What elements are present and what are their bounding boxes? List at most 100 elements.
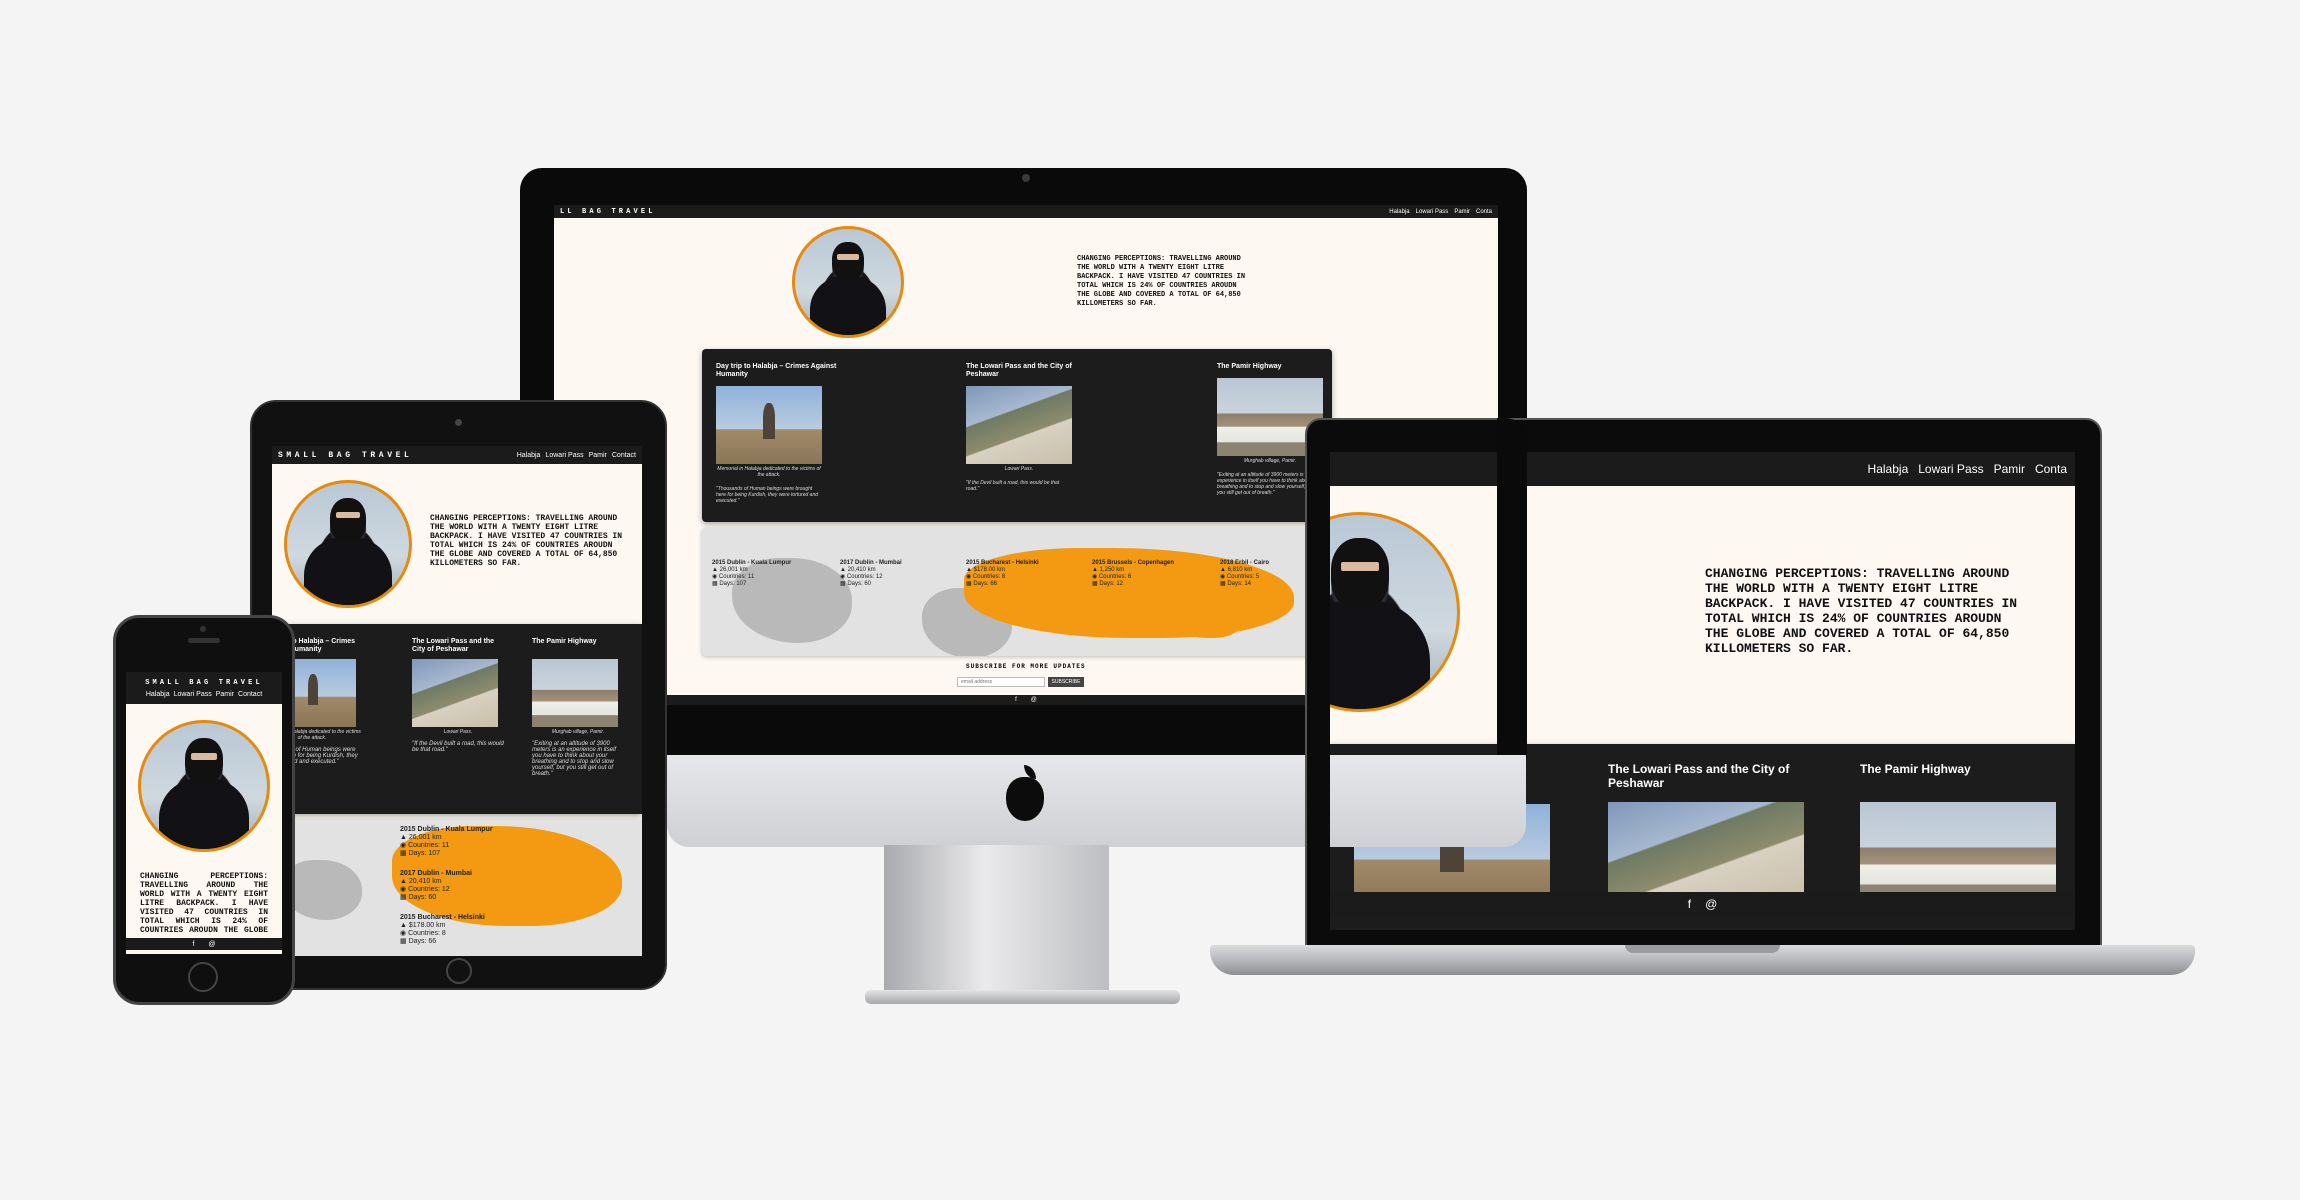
- trip-days-value: Days: 66: [408, 938, 437, 945]
- imac-stand: [884, 845, 1109, 995]
- phone-nav: SMALL BAG TRAVEL Halabja Lowari Pass Pam…: [126, 672, 282, 704]
- trips-map: 2015 Dublin - Kuala Lumpur ▲ 26,001 km ◉…: [702, 528, 1332, 656]
- globe-icon: ◉: [400, 842, 407, 849]
- intro-text: CHANGING PERCEPTIONS: TRAVELLING AROUND …: [140, 872, 268, 934]
- nav-lowari-pass[interactable]: Lowari Pass: [1918, 462, 1983, 476]
- trip-countries-value: Countries: 6: [1098, 574, 1132, 580]
- lowari-pass-photo: [1608, 802, 1804, 902]
- trip-card-pamir[interactable]: The Pamir Highway Murghab village, Pamir…: [532, 638, 624, 777]
- email-icon[interactable]: @: [208, 941, 215, 948]
- trip-days: ▦ Days: 14: [1220, 581, 1269, 588]
- imac-nav: LL BAG TRAVEL Halabja Lowari Pass Pamir …: [554, 205, 1498, 218]
- globe-icon: ◉: [400, 930, 407, 937]
- trip-card-lowari[interactable]: The Lowari Pass and the City of Peshawar…: [412, 638, 504, 753]
- brand-logo[interactable]: LL BAG TRAVEL: [560, 208, 656, 216]
- trip-card-lowari[interactable]: The Lowari Pass and the City of Peshawar: [1608, 762, 1808, 902]
- nav-pamir[interactable]: Pamir: [216, 691, 234, 698]
- trip-days-value: Days: 60: [847, 581, 872, 587]
- distance-icon: ▲: [400, 878, 407, 885]
- nav-pamir[interactable]: Pamir: [1994, 462, 2025, 476]
- card-title: The Lowari Pass and the City of Peshawar: [966, 363, 1072, 378]
- phone-screen: SMALL BAG TRAVEL Halabja Lowari Pass Pam…: [126, 672, 282, 954]
- imac-camera: [1022, 174, 1030, 182]
- tablet-home-button[interactable]: [446, 958, 472, 984]
- subscribe-button[interactable]: SUBSCRIBE: [1048, 677, 1084, 687]
- phone-speaker: [188, 638, 220, 643]
- avatar-body: [809, 275, 887, 335]
- trip-countries-value: Countries: 11: [408, 842, 450, 849]
- trip-km-value: 26,001 km: [408, 834, 442, 841]
- trip-countries: ◉ Countries: 12: [400, 886, 472, 894]
- trip-route: 2015 Bucharest - Helsinki: [400, 914, 485, 921]
- trip-km: ▲ 26,001 km: [712, 567, 791, 574]
- subscribe-title: SUBSCRIBE FOR MORE UPDATES: [966, 663, 1086, 670]
- laptop-screen: Halabja Lowari Pass Pamir Conta CHANGING…: [1330, 452, 2075, 930]
- distance-icon: ▲: [712, 567, 718, 573]
- nav-contact[interactable]: Conta: [1476, 209, 1492, 215]
- facebook-icon[interactable]: f: [192, 941, 194, 948]
- distance-icon: ▲: [966, 567, 972, 573]
- brand-logo[interactable]: SMALL BAG TRAVEL: [145, 679, 263, 687]
- nav-contact[interactable]: Conta: [2035, 462, 2067, 476]
- phone-footer: f @: [126, 938, 282, 950]
- nav-pamir[interactable]: Pamir: [589, 452, 607, 459]
- nav-pamir[interactable]: Pamir: [1454, 209, 1470, 215]
- trip-route: 2015 Bucharest - Helsinki: [966, 560, 1039, 566]
- globe-icon: ◉: [712, 574, 718, 580]
- card-title: Day trip to Halabja – Crimes Against Hum…: [716, 363, 837, 378]
- calendar-icon: ▦: [1092, 581, 1098, 587]
- avatar-eyes: [191, 753, 217, 760]
- phone-nav-links: Halabja Lowari Pass Pamir Contact: [146, 691, 262, 698]
- facebook-icon[interactable]: f: [1688, 897, 1691, 911]
- nav-halabja[interactable]: Halabja: [517, 452, 541, 459]
- trip-countries-value: Countries: 5: [1226, 574, 1260, 580]
- trip-stat-4: 2015 Brussels - Copenhagen ▲ 1,250 km ◉ …: [1092, 560, 1174, 588]
- trip-cards-panel: Day trip to Halabja – Crimes Against Hum…: [702, 349, 1332, 522]
- imac-bezel-overlay: [1497, 418, 1527, 758]
- email-icon[interactable]: @: [1705, 897, 1717, 911]
- profile-avatar: [792, 226, 904, 338]
- brand-logo[interactable]: SMALL BAG TRAVEL: [278, 451, 412, 460]
- card-caption: Lowari Pass.: [1004, 466, 1034, 472]
- trip-cards-panel: Day trip to Halabja – Crimes Against Hum…: [272, 624, 642, 814]
- nav-lowari-pass[interactable]: Lowari Pass: [545, 452, 583, 459]
- laptop-footer: f @: [1330, 892, 2075, 916]
- email-icon[interactable]: @: [1031, 697, 1037, 703]
- nav-contact[interactable]: Contact: [238, 691, 262, 698]
- nav-lowari-pass[interactable]: Lowari Pass: [1416, 209, 1449, 215]
- facebook-icon[interactable]: f: [1015, 697, 1017, 703]
- trip-km: ▲ 1,250 km: [1092, 567, 1174, 574]
- trip-days: ▦ Days: 107: [400, 850, 493, 858]
- nav-contact[interactable]: Contact: [612, 452, 636, 459]
- calendar-icon: ▦: [712, 581, 718, 587]
- trip-stat-1: 2015 Dublin - Kuala Lumpur ▲ 26,001 km ◉…: [712, 560, 791, 588]
- trip-km: ▲ 20,410 km: [840, 567, 902, 574]
- card-caption: Lowari Pass.: [443, 729, 473, 735]
- nav-halabja[interactable]: Halabja: [1389, 209, 1409, 215]
- intro-text: CHANGING PERCEPTIONS: TRAVELLING AROUND …: [1077, 255, 1246, 308]
- trip-km: ▲ $178.00 km: [400, 922, 485, 930]
- distance-icon: ▲: [1220, 567, 1226, 573]
- calendar-icon: ▦: [400, 938, 407, 945]
- trip-countries-value: Countries: 8: [408, 930, 446, 937]
- nav-lowari-pass[interactable]: Lowari Pass: [174, 691, 212, 698]
- card-quote: "Exiting at an altitude of 3900 meters i…: [532, 741, 617, 777]
- imac-nav-links: Halabja Lowari Pass Pamir Conta: [1389, 209, 1492, 215]
- trip-card-halabja[interactable]: Day trip to Halabja – Crimes Against Hum…: [716, 363, 856, 504]
- globe-icon: ◉: [1220, 574, 1226, 580]
- tablet-nav: SMALL BAG TRAVEL Halabja Lowari Pass Pam…: [272, 446, 642, 464]
- card-title: The Lowari Pass and the City of Peshawar: [412, 638, 495, 653]
- nav-halabja[interactable]: Halabja: [1868, 462, 1909, 476]
- card-quote: "If the Devil built a road, this would b…: [412, 741, 504, 753]
- trip-card-lowari[interactable]: The Lowari Pass and the City of Peshawar…: [966, 363, 1106, 492]
- distance-icon: ▲: [840, 567, 846, 573]
- trip-countries-value: Countries: 12: [408, 886, 450, 893]
- email-input[interactable]: [957, 677, 1045, 687]
- tablet-nav-links: Halabja Lowari Pass Pamir Contact: [517, 452, 636, 459]
- phone-home-button[interactable]: [188, 962, 218, 992]
- trip-days: ▦ Days: 60: [840, 581, 902, 588]
- tablet-screen: SMALL BAG TRAVEL Halabja Lowari Pass Pam…: [272, 446, 642, 956]
- trip-card-pamir[interactable]: The Pamir Highway: [1860, 762, 2060, 902]
- distance-icon: ▲: [1092, 567, 1098, 573]
- nav-halabja[interactable]: Halabja: [146, 691, 170, 698]
